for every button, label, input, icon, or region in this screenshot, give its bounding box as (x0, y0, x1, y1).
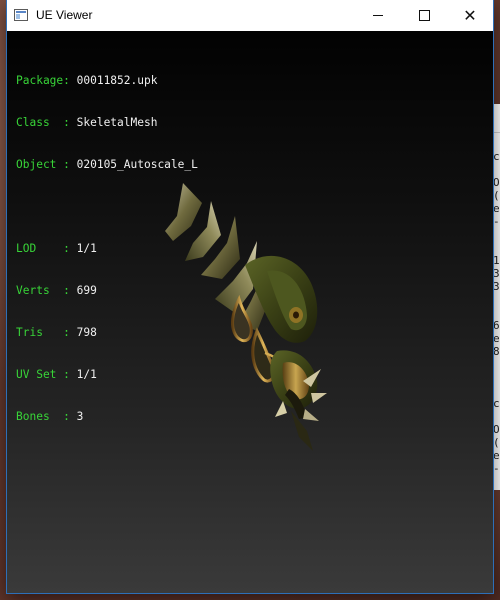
info-uvset-label: UV Set : (16, 368, 77, 381)
info-package-label: Package: (16, 74, 77, 87)
info-uvset-value: 1/1 (76, 368, 97, 381)
mesh-head (270, 350, 327, 451)
info-tris: Tris : 798 (16, 326, 198, 340)
background-text-line: - (493, 215, 500, 228)
background-text-line: O (493, 423, 500, 436)
info-class-value: SkeletalMesh (76, 116, 158, 129)
info-object-value: 020105_Autoscale_L (76, 158, 198, 171)
background-text-line: e (493, 332, 500, 345)
info-tris-value: 798 (76, 326, 97, 339)
maximize-icon (418, 10, 430, 21)
info-lod-label: LOD : (16, 242, 77, 255)
info-lod-value: 1/1 (76, 242, 97, 255)
info-verts-label: Verts : (16, 284, 77, 297)
background-text-line: c (493, 150, 500, 163)
background-window-header (493, 104, 500, 133)
background-text-line: e (493, 449, 500, 462)
minimize-icon (373, 15, 383, 16)
background-text-line: c (493, 397, 500, 410)
minimize-button[interactable] (355, 0, 401, 31)
info-lod: LOD : 1/1 (16, 242, 198, 256)
info-object: Object : 020105_Autoscale_L (16, 158, 198, 172)
background-text-line: 6 (493, 319, 500, 332)
background-text-line: 3 (493, 267, 500, 280)
info-uvset: UV Set : 1/1 (16, 368, 198, 382)
close-button[interactable]: ✕ (447, 0, 493, 31)
info-package: Package: 00011852.upk (16, 74, 198, 88)
info-verts: Verts : 699 (16, 284, 198, 298)
background-text-line: 3 (493, 280, 500, 293)
3d-viewport[interactable]: Package: 00011852.upk Class : SkeletalMe… (7, 31, 493, 593)
title-bar[interactable]: UE Viewer ✕ (7, 0, 493, 31)
background-text-line: e (493, 202, 500, 215)
info-bones-label: Bones : (16, 410, 77, 423)
info-package-value: 00011852.upk (76, 74, 158, 87)
background-window[interactable]: c O(e -1 3 3 6 e 8 c O(e - (492, 104, 500, 490)
maximize-button[interactable] (401, 0, 447, 31)
window-title: UE Viewer (36, 8, 93, 22)
background-text-line: ( (493, 436, 500, 449)
info-verts-value: 699 (76, 284, 97, 297)
background-text-line: ( (493, 189, 500, 202)
info-bones-value: 3 (76, 410, 84, 423)
info-tris-label: Tris : (16, 326, 77, 339)
mesh-info-overlay: Package: 00011852.upk Class : SkeletalMe… (16, 46, 198, 452)
info-bones: Bones : 3 (16, 410, 198, 424)
info-class: Class : SkeletalMesh (16, 116, 198, 130)
info-object-label: Object : (16, 158, 77, 171)
info-class-label: Class : (16, 116, 77, 129)
background-text-line: 1 (493, 254, 500, 267)
close-icon: ✕ (463, 5, 477, 25)
app-window-icon (14, 9, 28, 21)
background-text-line: 8 (493, 345, 500, 358)
background-text-line: O (493, 176, 500, 189)
background-text-line: - (493, 462, 500, 475)
ue-viewer-window[interactable]: UE Viewer ✕ Package: 00011852.upk Class … (7, 0, 493, 593)
